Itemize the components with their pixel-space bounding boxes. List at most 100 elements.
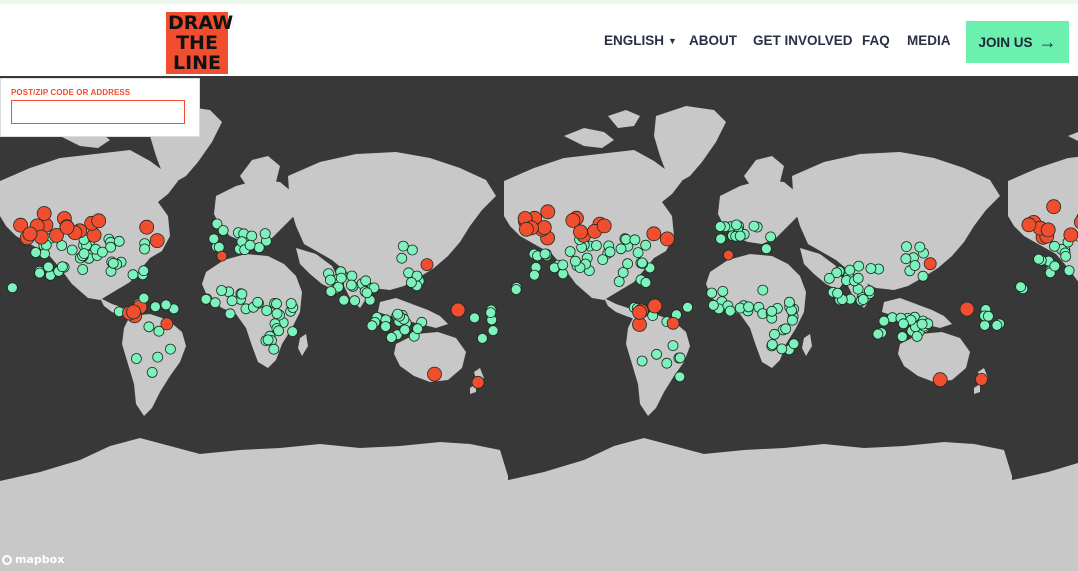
event-marker[interactable] <box>674 352 686 364</box>
event-marker[interactable] <box>636 257 648 269</box>
event-marker[interactable] <box>529 269 540 281</box>
event-marker[interactable] <box>757 284 769 296</box>
event-marker[interactable] <box>217 225 229 236</box>
event-marker[interactable] <box>914 241 926 253</box>
event-marker[interactable] <box>667 340 679 352</box>
event-marker[interactable] <box>714 221 726 232</box>
event-marker[interactable] <box>731 219 742 231</box>
highlight-event-marker[interactable] <box>149 233 165 249</box>
mapbox-attribution[interactable]: mapbox <box>2 553 64 566</box>
event-marker[interactable] <box>412 323 424 335</box>
event-marker[interactable] <box>385 332 397 343</box>
event-marker[interactable] <box>916 318 928 330</box>
event-marker[interactable] <box>852 272 864 284</box>
event-marker[interactable] <box>613 276 625 287</box>
highlight-event-marker[interactable] <box>666 316 680 330</box>
event-marker[interactable] <box>268 343 280 355</box>
event-marker[interactable] <box>911 330 923 342</box>
event-marker[interactable] <box>485 307 497 319</box>
event-marker[interactable] <box>216 285 228 296</box>
event-marker[interactable] <box>539 248 551 260</box>
event-marker[interactable] <box>406 244 418 256</box>
event-marker[interactable] <box>107 257 119 269</box>
highlight-event-marker[interactable] <box>932 372 948 388</box>
event-marker[interactable] <box>844 264 856 276</box>
event-marker[interactable] <box>97 246 108 258</box>
event-marker[interactable] <box>743 301 754 313</box>
event-marker[interactable] <box>396 252 408 264</box>
event-marker[interactable] <box>345 279 357 291</box>
map-canvas[interactable] <box>0 76 1078 571</box>
event-marker[interactable] <box>399 324 411 336</box>
event-marker[interactable] <box>661 357 673 369</box>
nav-media[interactable]: MEDIA <box>907 33 951 48</box>
event-marker[interactable] <box>273 325 285 337</box>
event-marker[interactable] <box>77 264 89 275</box>
event-marker[interactable] <box>30 247 42 258</box>
event-marker[interactable] <box>766 339 778 350</box>
event-marker[interactable] <box>380 321 392 332</box>
event-marker[interactable] <box>865 263 877 274</box>
event-marker[interactable] <box>138 265 150 277</box>
event-marker[interactable] <box>259 228 271 240</box>
highlight-event-marker[interactable] <box>975 372 988 386</box>
draw-the-line-logo[interactable]: DRAW THE LINE <box>166 12 233 74</box>
highlight-event-marker[interactable] <box>540 204 556 220</box>
event-marker[interactable] <box>765 231 776 243</box>
event-marker[interactable] <box>397 240 409 252</box>
highlight-event-marker[interactable] <box>923 257 937 271</box>
world-map[interactable] <box>0 76 1078 571</box>
highlight-event-marker[interactable] <box>126 304 141 320</box>
highlight-event-marker[interactable] <box>659 231 675 247</box>
event-marker[interactable] <box>706 287 718 299</box>
event-marker[interactable] <box>776 343 788 355</box>
event-marker[interactable] <box>146 366 158 378</box>
event-marker[interactable] <box>636 355 648 367</box>
highlight-event-marker[interactable] <box>471 375 485 389</box>
event-marker[interactable] <box>823 272 835 284</box>
highlight-event-marker[interactable] <box>596 218 612 234</box>
event-marker[interactable] <box>476 332 488 344</box>
event-marker[interactable] <box>57 261 68 273</box>
nav-get-involved[interactable]: GET INVOLVED <box>753 33 853 48</box>
join-us-button[interactable]: JOIN US → <box>966 21 1069 63</box>
event-marker[interactable] <box>285 298 297 309</box>
event-marker[interactable] <box>983 310 994 322</box>
event-marker[interactable] <box>200 293 212 305</box>
event-marker[interactable] <box>510 284 522 295</box>
event-marker[interactable] <box>236 288 248 300</box>
event-marker[interactable] <box>113 235 125 247</box>
event-marker[interactable] <box>991 319 1003 331</box>
event-marker[interactable] <box>896 331 908 343</box>
event-marker[interactable] <box>469 312 480 324</box>
highlight-event-marker[interactable] <box>1063 227 1078 243</box>
event-marker[interactable] <box>213 241 225 253</box>
event-marker[interactable] <box>138 292 150 304</box>
highlight-event-marker[interactable] <box>959 301 975 317</box>
event-marker[interactable] <box>674 371 686 383</box>
event-marker[interactable] <box>632 247 644 259</box>
event-marker[interactable] <box>152 351 164 363</box>
highlight-event-marker[interactable] <box>139 219 155 235</box>
event-marker[interactable] <box>766 305 778 317</box>
event-marker[interactable] <box>346 270 358 282</box>
event-marker[interactable] <box>271 308 283 320</box>
event-marker[interactable] <box>226 295 238 307</box>
event-marker[interactable] <box>591 240 602 251</box>
event-marker[interactable] <box>252 296 264 308</box>
event-marker[interactable] <box>335 272 347 284</box>
event-marker[interactable] <box>900 253 912 265</box>
event-marker[interactable] <box>640 239 652 251</box>
highlight-event-marker[interactable] <box>36 206 52 221</box>
event-marker[interactable] <box>224 308 236 320</box>
event-marker[interactable] <box>1063 265 1075 277</box>
highlight-event-marker[interactable] <box>450 302 466 318</box>
event-marker[interactable] <box>405 277 417 288</box>
event-marker[interactable] <box>787 314 798 326</box>
highlight-event-marker[interactable] <box>216 250 228 262</box>
nav-faq[interactable]: FAQ <box>862 33 890 48</box>
event-marker[interactable] <box>253 242 265 254</box>
highlight-event-marker[interactable] <box>91 213 107 229</box>
event-marker[interactable] <box>872 328 884 340</box>
event-marker[interactable] <box>857 294 869 305</box>
